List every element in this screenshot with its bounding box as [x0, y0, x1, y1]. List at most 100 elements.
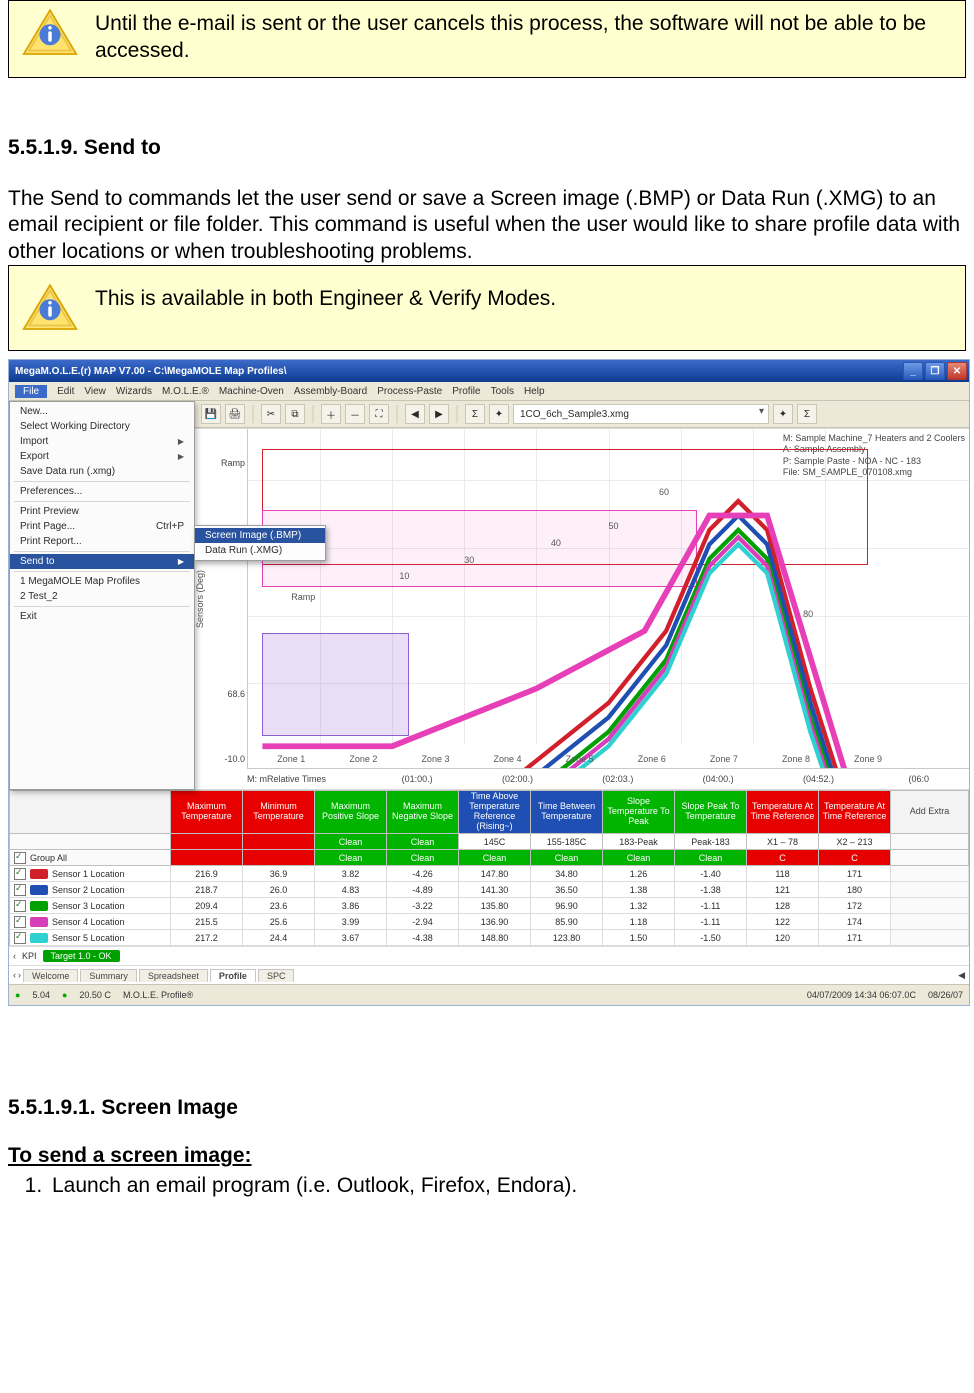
group-all-checkbox[interactable] [14, 852, 26, 864]
menu-file[interactable]: File [15, 385, 47, 398]
cell-value: 171 [819, 866, 891, 882]
cell-value: 23.6 [243, 898, 315, 914]
sensor-color-chip [30, 869, 48, 879]
tb-prev-icon[interactable]: ◀ [405, 404, 425, 424]
kpi-tab[interactable]: Target 1.0 - OK [43, 950, 120, 962]
menu-mole[interactable]: M.O.L.E.® [162, 386, 209, 397]
cell-value: 172 [819, 898, 891, 914]
tb-print-icon[interactable]: 🖨 [225, 404, 245, 424]
cell-value: 135.80 [459, 898, 531, 914]
cell-value: 123.80 [531, 930, 603, 946]
file-menu: New... Select Working Directory Import▶ … [9, 401, 195, 790]
maximize-button[interactable]: ❐ [925, 362, 945, 380]
tb-next-icon[interactable]: ▶ [429, 404, 449, 424]
tb-sigma-icon[interactable]: Σ [465, 404, 485, 424]
row-checkbox[interactable] [14, 932, 26, 944]
sensor-cell: Sensor 1 Location [9, 866, 171, 882]
tab-profile[interactable]: Profile [210, 969, 256, 982]
cell-value: 118 [747, 866, 819, 882]
tb-plus-icon[interactable]: ✦ [489, 404, 509, 424]
table-row: Sensor 5 Location217.224.43.67-4.38148.8… [9, 930, 969, 946]
menu-wizards[interactable]: Wizards [116, 386, 152, 397]
file-menu-preferences[interactable]: Preferences... [10, 484, 194, 499]
add-extra-button[interactable]: Add Extra [891, 790, 969, 834]
tb-sigma2-icon[interactable]: Σ [797, 404, 817, 424]
toolbar-file-select[interactable]: 1CO_6ch_Sample3.xmg [513, 404, 769, 424]
tb-zoom-in-icon[interactable]: ＋ [321, 404, 341, 424]
tab-welcome[interactable]: Welcome [23, 969, 78, 982]
heading-to-send: To send a screen image: [8, 1144, 966, 1168]
heading-screen-image: 5.5.1.9.1. Screen Image [8, 1096, 966, 1120]
toolbar: 💾 🖨 ✂ ⧉ ＋ － ⛶ ◀ ▶ Σ ✦ 1CO_6ch_S [195, 401, 969, 428]
tb-save-icon[interactable]: 💾 [201, 404, 221, 424]
minimize-button[interactable]: _ [903, 362, 923, 380]
send-to-data-run[interactable]: Data Run (.XMG) [195, 543, 325, 558]
close-button[interactable]: ✕ [947, 362, 967, 380]
menu-tools[interactable]: Tools [491, 386, 514, 397]
tb-copy-icon[interactable]: ⧉ [285, 404, 305, 424]
chart-ylabel: Sensors (Deg) [195, 429, 213, 769]
file-menu-import[interactable]: Import▶ [10, 434, 194, 449]
sensor-name: Sensor 5 Location [52, 933, 125, 943]
titlebar: MegaM.O.L.E.(r) MAP V7.00 - C:\MegaMOLE … [9, 360, 969, 382]
sensor-name: Sensor 4 Location [52, 917, 125, 927]
cell-value: -2.94 [387, 914, 459, 930]
chart-plot[interactable]: M: Sample Machine_7 Heaters and 2 Cooler… [247, 429, 969, 769]
info-alert-modes-text: This is available in both Engineer & Ver… [95, 282, 951, 313]
tab-spc[interactable]: SPC [258, 969, 295, 982]
tab-spreadsheet[interactable]: Spreadsheet [139, 969, 208, 982]
menu-assembly[interactable]: Assembly-Board [294, 386, 367, 397]
sensor-cell: Sensor 5 Location [9, 930, 171, 946]
sensor-color-chip [30, 885, 48, 895]
file-menu-recent-2[interactable]: 2 Test_2 [10, 589, 194, 604]
grid-header: Maximum Temperature Minimum Temperature … [9, 790, 969, 834]
file-menu-select-wd[interactable]: Select Working Directory [10, 419, 194, 434]
cell-value: 122 [747, 914, 819, 930]
file-menu-save-data-run[interactable]: Save Data run (.xmg) [10, 464, 194, 479]
cell-value: 4.83 [315, 882, 387, 898]
sensor-name: Sensor 2 Location [52, 885, 125, 895]
profile-curves [248, 429, 969, 769]
file-menu-recent-1[interactable]: 1 MegaMOLE Map Profiles [10, 574, 194, 589]
data-grid: Maximum Temperature Minimum Temperature … [9, 790, 969, 1005]
menu-profile[interactable]: Profile [452, 386, 480, 397]
grid-spec-row-2: Group All Clean Clean Clean Clean Clean … [9, 850, 969, 866]
table-row: Sensor 2 Location218.726.04.83-4.89141.3… [9, 882, 969, 898]
cell-value: -4.38 [387, 930, 459, 946]
cell-empty [891, 930, 969, 946]
file-menu-print-page[interactable]: Print Page...Ctrl+P [10, 519, 194, 534]
file-menu-print-preview[interactable]: Print Preview [10, 504, 194, 519]
menu-machine[interactable]: Machine-Oven [219, 386, 284, 397]
menu-help[interactable]: Help [524, 386, 545, 397]
tb-add-icon[interactable]: ✦ [773, 404, 793, 424]
cell-value: 3.86 [315, 898, 387, 914]
file-menu-print-report[interactable]: Print Report... [10, 534, 194, 549]
cell-value: 180 [819, 882, 891, 898]
row-checkbox[interactable] [14, 884, 26, 896]
cell-value: 96.90 [531, 898, 603, 914]
sensor-name: Sensor 1 Location [52, 869, 125, 879]
send-to-screen-image[interactable]: Screen Image (.BMP) [195, 528, 325, 543]
cell-value: -3.22 [387, 898, 459, 914]
row-checkbox[interactable] [14, 868, 26, 880]
tb-zoom-out-icon[interactable]: － [345, 404, 365, 424]
file-menu-export[interactable]: Export▶ [10, 449, 194, 464]
tb-fit-icon[interactable]: ⛶ [369, 404, 389, 424]
menu-process[interactable]: Process-Paste [377, 386, 442, 397]
cell-value: -1.50 [675, 930, 747, 946]
row-checkbox[interactable] [14, 900, 26, 912]
table-row: Sensor 4 Location215.525.63.99-2.94136.9… [9, 914, 969, 930]
cell-value: 121 [747, 882, 819, 898]
tab-summary[interactable]: Summary [80, 969, 137, 982]
cell-value: 215.5 [171, 914, 243, 930]
cell-value: 25.6 [243, 914, 315, 930]
row-checkbox[interactable] [14, 916, 26, 928]
cell-value: 218.7 [171, 882, 243, 898]
window-title: MegaM.O.L.E.(r) MAP V7.00 - C:\MegaMOLE … [15, 366, 903, 377]
tb-cut-icon[interactable]: ✂ [261, 404, 281, 424]
file-menu-exit[interactable]: Exit [10, 609, 194, 624]
file-menu-send-to[interactable]: Send to▶ [10, 554, 194, 569]
menu-view[interactable]: View [84, 386, 106, 397]
file-menu-new[interactable]: New... [10, 404, 194, 419]
menu-edit[interactable]: Edit [57, 386, 74, 397]
